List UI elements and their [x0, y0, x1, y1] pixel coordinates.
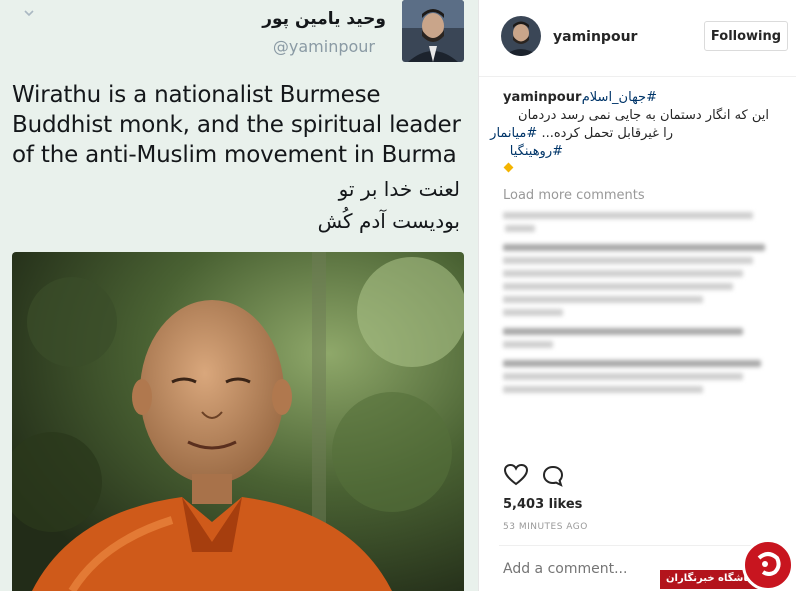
list-item [503, 360, 761, 367]
avatar[interactable] [501, 16, 541, 56]
comment-input[interactable] [503, 561, 663, 577]
watermark-text: باشگاه خبرنگاران [666, 573, 751, 584]
tweet-author-name[interactable]: وحید یامین پور [262, 9, 386, 29]
list-item [503, 283, 733, 290]
watermark-logo [742, 539, 794, 591]
list-item [503, 341, 553, 348]
caption-hashtag[interactable]: #روهینگیا [510, 144, 563, 159]
heart-icon[interactable] [503, 463, 529, 487]
list-item [503, 328, 743, 335]
tweet-avatar[interactable] [402, 0, 464, 62]
tweet-author-handle[interactable]: @yaminpour [273, 37, 375, 56]
list-item [503, 373, 743, 380]
diamond-emoji-icon [503, 162, 514, 173]
list-item [503, 244, 765, 251]
post-username[interactable]: yaminpour [553, 29, 637, 45]
divider [499, 545, 785, 546]
post-header: yaminpour Following [479, 0, 796, 77]
comments-list [503, 212, 779, 452]
comment-icon[interactable] [541, 464, 565, 488]
list-item [503, 296, 703, 303]
post-timestamp: 53 MINUTES AGO [503, 522, 588, 532]
tweet-fa-line2: بودیست آدم کُش [317, 209, 460, 233]
list-item [503, 309, 563, 316]
list-item [503, 386, 703, 393]
caption-hashtag[interactable]: #جهان_اسلام [582, 90, 657, 105]
tweet-text: Wirathu is a nationalist Burmese Buddhis… [12, 82, 461, 168]
tweet-fa-line1: لعنت خدا بر تو [338, 177, 460, 201]
list-item [503, 212, 753, 219]
caption-text: را غیرقابل تحمل کرده... [541, 126, 673, 141]
likes-count[interactable]: 5,403 likes [503, 497, 582, 512]
caption-username[interactable]: yaminpour [503, 90, 581, 105]
caption-line: را غیرقابل تحمل کرده... #میانمار [490, 126, 673, 141]
watermark-logo-icon [757, 552, 781, 576]
caption-hashtag[interactable]: #میانمار [490, 126, 537, 141]
chevron-down-icon[interactable] [24, 8, 34, 18]
following-button[interactable]: Following [704, 21, 788, 51]
list-item [503, 270, 743, 277]
load-more-comments[interactable]: Load more comments [503, 188, 645, 203]
caption-line: این که انگار دستمان به جایی نمی رسد دردم… [518, 108, 769, 123]
list-item [505, 225, 535, 232]
tweet-persian-text: لعنت خدا بر تو بودیست آدم کُش [318, 173, 460, 237]
list-item [503, 257, 753, 264]
instagram-panel: yaminpour Following yaminpour #جهان_اسلا… [478, 0, 796, 591]
tweet-panel: وحید یامین پور @yaminpour Wirathu is a n… [0, 0, 478, 591]
tweet-photo[interactable] [12, 252, 464, 591]
